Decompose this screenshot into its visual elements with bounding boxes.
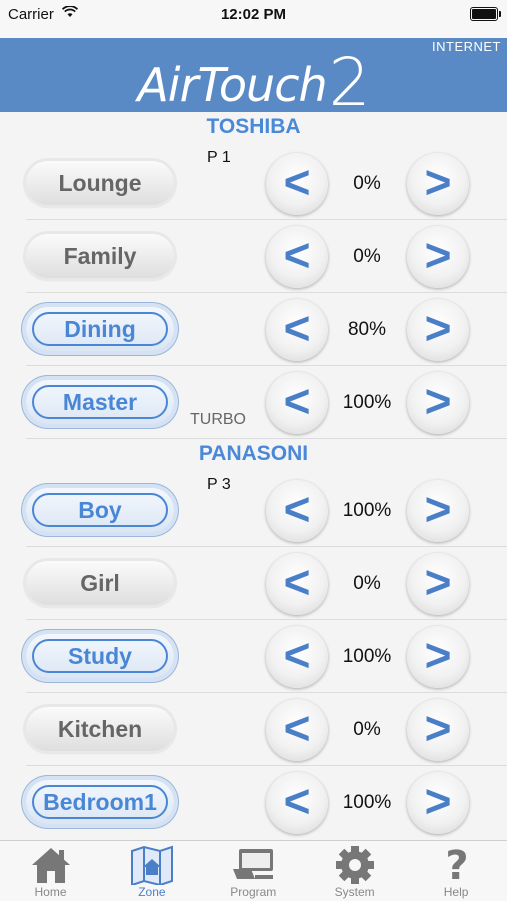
zone-name: Family xyxy=(63,243,137,269)
zone-row: Study <100% > xyxy=(0,620,507,693)
increase-button[interactable]: > xyxy=(407,299,469,361)
decrease-button[interactable]: < xyxy=(266,480,328,542)
zone-row: Dining <80% > xyxy=(0,293,507,366)
increase-button[interactable]: > xyxy=(407,772,469,834)
zone-name: Kitchen xyxy=(57,716,143,742)
damper-percent: 100% xyxy=(342,792,392,813)
connection-status: INTERNET xyxy=(432,39,501,54)
logo-text: AirTouch xyxy=(137,58,327,112)
row-divider xyxy=(26,438,507,439)
increase-button[interactable]: > xyxy=(407,699,469,761)
decrease-button[interactable]: < xyxy=(266,772,328,834)
clock: 12:02 PM xyxy=(220,6,287,23)
damper-percent: 80% xyxy=(347,319,387,340)
damper-percent: 0% xyxy=(353,719,381,740)
tab-label: System xyxy=(334,885,375,899)
tab-system[interactable]: System xyxy=(304,841,405,901)
zone-name: Girl xyxy=(80,570,120,596)
zone-toggle-button[interactable]: Lounge xyxy=(26,161,174,205)
turbo-label: TURBO xyxy=(190,411,246,428)
damper-percent: 0% xyxy=(353,573,381,594)
increase-button[interactable]: > xyxy=(407,626,469,688)
zone-toggle-button[interactable]: Family xyxy=(26,234,174,278)
zone-toggle-button[interactable]: Dining xyxy=(26,307,174,351)
increase-button[interactable]: > xyxy=(407,226,469,288)
status-bar: Carrier 12:02 PM xyxy=(0,0,507,38)
zone-row: Lounge P 1 <0% > xyxy=(0,147,507,220)
tab-label: Home xyxy=(34,885,67,899)
zone-name: Bedroom1 xyxy=(43,789,157,815)
increase-button[interactable]: > xyxy=(407,372,469,434)
damper-percent: 100% xyxy=(342,646,392,667)
app-header: AirTouch2 INTERNET xyxy=(0,38,507,121)
svg-text:?: ? xyxy=(445,845,468,885)
tab-home[interactable]: Home xyxy=(0,841,101,901)
tab-help[interactable]: ? Help xyxy=(406,841,507,901)
zone-toggle-button[interactable]: Girl xyxy=(26,561,174,605)
zone-name: Study xyxy=(68,643,132,669)
damper-percent: 100% xyxy=(342,500,392,521)
tab-bar: Home Zone Program System? Help xyxy=(0,840,507,901)
damper-percent: 0% xyxy=(353,246,381,267)
damper-percent: 0% xyxy=(353,173,381,194)
tab-zone[interactable]: Zone xyxy=(101,841,202,901)
decrease-button[interactable]: < xyxy=(266,626,328,688)
zone-row: Family <0% > xyxy=(0,220,507,293)
zone-row: Bedroom1 <100% > xyxy=(0,766,507,839)
decrease-button[interactable]: < xyxy=(266,299,328,361)
zone-list: TOSHIBA Lounge P 1 <0% > Family <0% > Dining <80%… xyxy=(0,112,507,840)
decrease-button[interactable]: < xyxy=(266,226,328,288)
zone-toggle-button[interactable]: Boy xyxy=(26,488,174,532)
decrease-button[interactable]: < xyxy=(266,553,328,615)
decrease-button[interactable]: < xyxy=(266,153,328,215)
logo-number: 2 xyxy=(328,44,371,121)
damper-percent: 100% xyxy=(342,392,392,413)
decrease-button[interactable]: < xyxy=(266,372,328,434)
increase-button[interactable]: > xyxy=(407,480,469,542)
tab-label: Zone xyxy=(138,885,166,899)
decrease-button[interactable]: < xyxy=(266,699,328,761)
app-logo: AirTouch2 xyxy=(0,44,507,121)
tab-label: Help xyxy=(443,885,469,899)
zone-toggle-button[interactable]: Kitchen xyxy=(26,707,174,751)
program-tag: P 3 xyxy=(207,476,231,493)
increase-button[interactable]: > xyxy=(407,153,469,215)
zone-toggle-button[interactable]: Bedroom1 xyxy=(26,780,174,824)
increase-button[interactable]: > xyxy=(407,553,469,615)
group-title: TOSHIBA xyxy=(206,115,301,138)
zone-toggle-button[interactable]: Study xyxy=(26,634,174,678)
zone-row: Boy P 3 <100% > xyxy=(0,474,507,547)
zone-name: Dining xyxy=(64,316,136,342)
program-tag: P 1 xyxy=(207,149,231,166)
zone-row: Girl <0% > xyxy=(0,547,507,620)
battery-icon xyxy=(470,7,501,21)
zone-name: Lounge xyxy=(58,170,142,196)
zone-row: Kitchen <0% > xyxy=(0,693,507,766)
zone-name: Boy xyxy=(78,497,122,523)
group-title: PANASONI xyxy=(198,442,309,465)
zone-toggle-button[interactable]: Master xyxy=(26,380,174,424)
zone-name: Master xyxy=(62,389,138,415)
tab-label: Program xyxy=(230,885,277,899)
zone-row: Master TURBO <100% > xyxy=(0,366,507,439)
tab-program[interactable]: Program xyxy=(203,841,304,901)
